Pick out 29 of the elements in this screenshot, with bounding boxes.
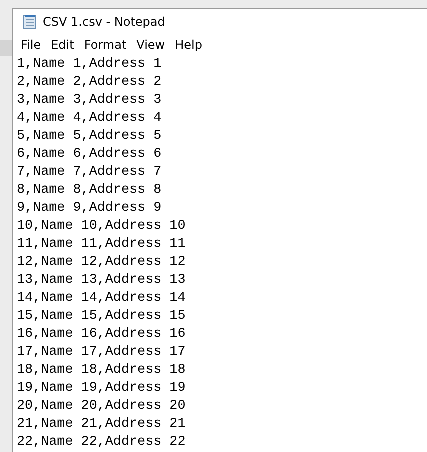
text-line: 8,Name 8,Address 8: [17, 182, 163, 200]
text-line: 1,Name 1,Address 1: [17, 56, 163, 74]
text-line: 5,Name 5,Address 5: [17, 128, 163, 146]
menu-item[interactable]: Format: [79, 38, 132, 52]
text-line: 13,Name 13,Address 13: [17, 272, 187, 290]
text-line: 12,Name 12,Address 12: [17, 254, 187, 272]
window-title: CSV 1.csv - Notepad: [43, 15, 166, 30]
menu-item[interactable]: Help: [170, 38, 208, 52]
text-line: 7,Name 7,Address 7: [17, 164, 163, 182]
text-line: 22,Name 22,Address 22: [17, 434, 187, 452]
text-line: 4,Name 4,Address 4: [17, 110, 163, 128]
text-line: 15,Name 15,Address 15: [17, 308, 187, 326]
text-line: 3,Name 3,Address 3: [17, 92, 163, 110]
text-line: 18,Name 18,Address 18: [17, 362, 187, 380]
text-line: 11,Name 11,Address 11: [17, 236, 187, 254]
notepad-icon: [23, 14, 37, 30]
text-line: 17,Name 17,Address 17: [17, 344, 187, 362]
text-line: 21,Name 21,Address 21: [17, 416, 187, 434]
menu-item[interactable]: File: [16, 38, 46, 52]
text-line: 16,Name 16,Address 16: [17, 326, 187, 344]
menu-item[interactable]: View: [132, 38, 170, 52]
text-line: 2,Name 2,Address 2: [17, 74, 163, 92]
text-line: 10,Name 10,Address 10: [17, 218, 187, 236]
text-line: 20,Name 20,Address 20: [17, 398, 187, 416]
text-line: 9,Name 9,Address 9: [17, 200, 163, 218]
text-line: 19,Name 19,Address 19: [17, 380, 187, 398]
text-line: 6,Name 6,Address 6: [17, 146, 163, 164]
menu-item[interactable]: Edit: [46, 38, 80, 52]
text-line: 14,Name 14,Address 14: [17, 290, 187, 308]
